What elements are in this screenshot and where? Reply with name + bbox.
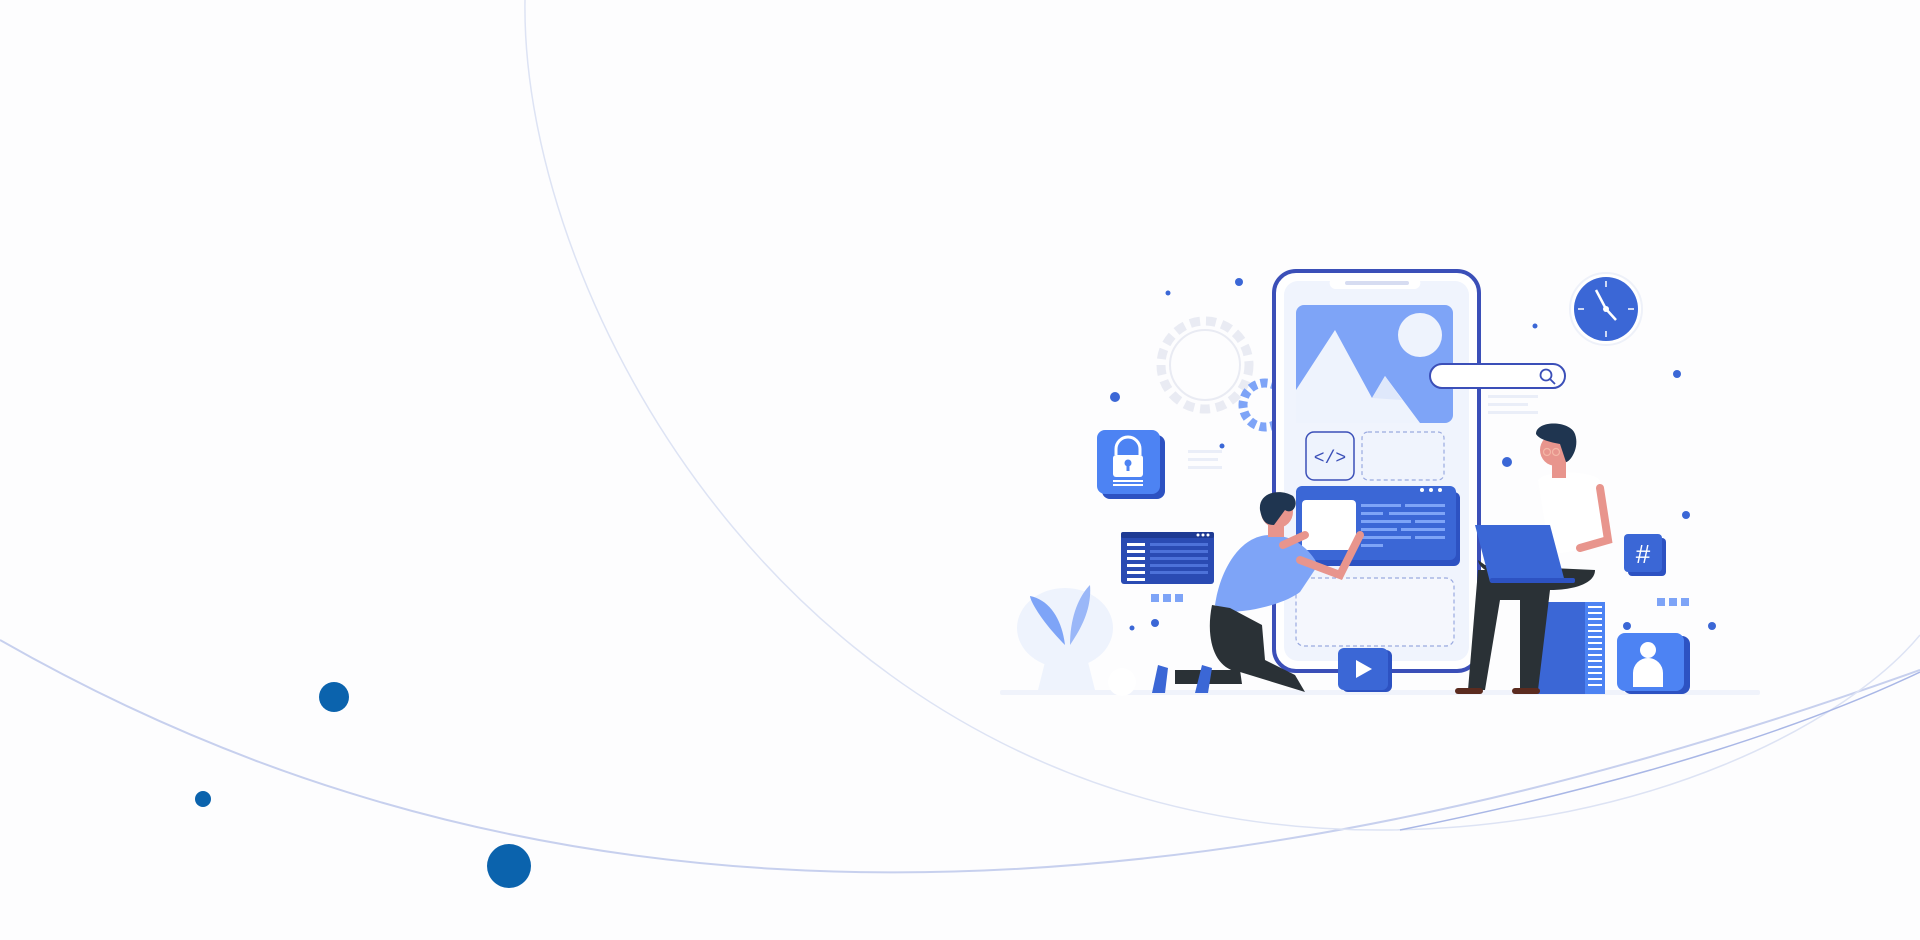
background-curves — [0, 0, 1920, 874]
curve-inner — [524, 0, 1920, 831]
image-icon — [1296, 305, 1453, 423]
svg-text:#: # — [1636, 539, 1651, 569]
decor-dot-large — [487, 844, 531, 888]
gear-icon — [1156, 316, 1292, 432]
decor-dot-medium — [319, 682, 349, 712]
user-icon — [1617, 633, 1690, 694]
dots-decor — [1657, 598, 1689, 606]
background-illustration: </> # — [0, 0, 1920, 888]
play-icon — [1338, 648, 1392, 692]
decor-dot-small — [195, 791, 211, 807]
lock-icon — [1097, 430, 1165, 499]
clock-icon — [1569, 272, 1643, 346]
curve-lower — [1399, 671, 1920, 831]
plant-illustration — [1017, 585, 1136, 696]
dashed-placeholder-large — [1295, 577, 1455, 647]
code-panel — [1121, 532, 1214, 602]
hashtag-icon: # — [1624, 534, 1666, 576]
code-icon: </> — [1305, 431, 1355, 481]
text-lines-decor — [1188, 450, 1222, 469]
browser-card — [1296, 486, 1460, 566]
landing-background: </> # — [0, 0, 1920, 940]
server-stack — [1537, 602, 1605, 694]
svg-text:</>: </> — [1314, 449, 1346, 469]
